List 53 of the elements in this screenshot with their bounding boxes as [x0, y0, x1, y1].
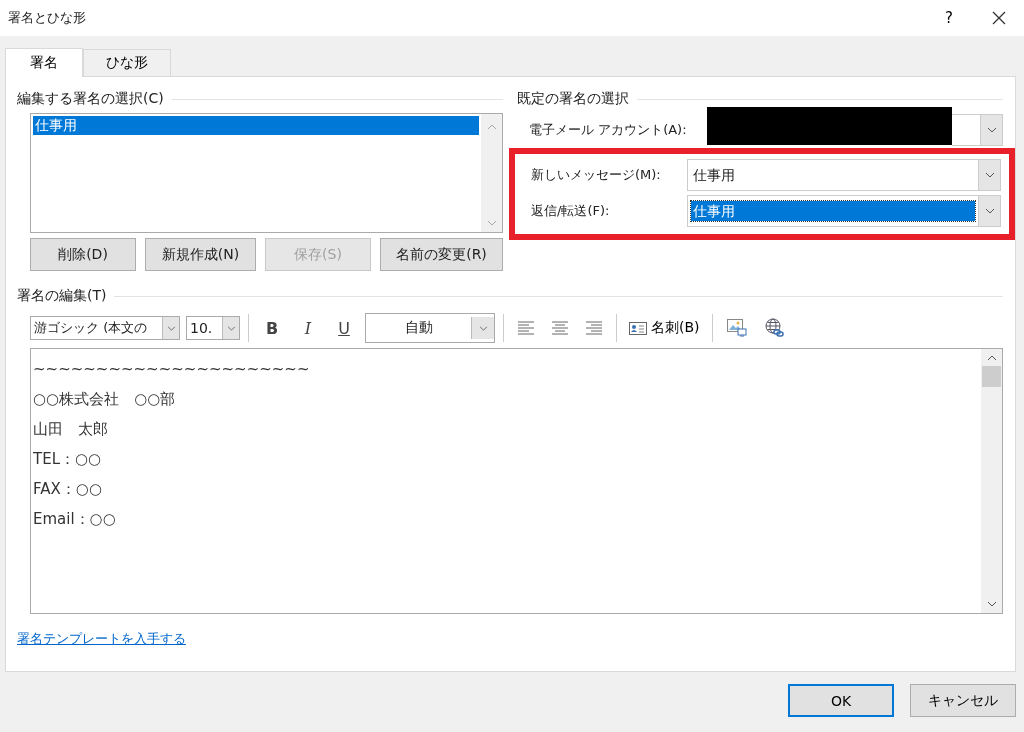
- font-dropdown[interactable]: 游ゴシック (本文の: [30, 316, 180, 340]
- chevron-down-icon: [478, 325, 488, 331]
- dropdown-value: 仕事用: [691, 201, 975, 221]
- signature-list[interactable]: 仕事用: [30, 113, 503, 233]
- tab[interactable]: ひな形: [83, 49, 171, 76]
- chevron-down-icon: [986, 127, 997, 133]
- signature-dropdown[interactable]: 仕事用: [687, 159, 1001, 191]
- underline-button[interactable]: U: [329, 318, 359, 338]
- close-icon: [992, 11, 1006, 25]
- account-dropdown[interactable]: [951, 114, 1003, 146]
- signature-button[interactable]: 名前の変更(R): [380, 238, 503, 271]
- list-item[interactable]: 仕事用: [33, 116, 479, 135]
- tab[interactable]: 署名: [5, 48, 83, 77]
- help-button[interactable]: ?: [924, 0, 974, 36]
- chevron-down-icon: [984, 208, 995, 214]
- signature-editor[interactable]: ~~~~~~~~~~~~~~~~~~~~~~ ○○株式会社 ○○部 山田 太郎 TEL：○○ FAX：○○ Email：○○: [30, 348, 1003, 614]
- italic-button[interactable]: I: [293, 318, 323, 338]
- dialog-button[interactable]: キャンセル: [910, 684, 1016, 717]
- signature-button[interactable]: 新規作成(N): [145, 238, 256, 271]
- field-label: 電子メール アカウント(A):: [529, 121, 687, 139]
- align-left-icon: [518, 321, 534, 335]
- contact-card-icon: [629, 321, 647, 335]
- align-center-icon: [552, 321, 568, 335]
- section-heading: 編集する署名の選択(C): [17, 90, 164, 108]
- field-label: 返信/転送(F):: [531, 202, 611, 220]
- business-card-button[interactable]: 名刺(B): [625, 319, 704, 337]
- signature-text-line: ○○株式会社 ○○部: [33, 389, 177, 410]
- signature-text-line: FAX：○○: [33, 479, 103, 500]
- chevron-down-icon: [226, 325, 236, 331]
- field-label: 新しいメッセージ(M):: [531, 166, 662, 184]
- signature-text-line: ~~~~~~~~~~~~~~~~~~~~~~: [33, 359, 311, 380]
- dropdown-value: 仕事用: [692, 166, 736, 185]
- dialog-button[interactable]: OK: [788, 684, 894, 717]
- section-heading: 署名の編集(T): [17, 287, 107, 305]
- picture-icon: [726, 319, 747, 337]
- section-heading: 既定の署名の選択: [517, 90, 629, 108]
- window-title: 署名とひな形: [8, 9, 87, 27]
- chevron-down-icon: [984, 172, 995, 178]
- font-size-dropdown[interactable]: 10.: [186, 316, 240, 340]
- signature-text-line: 山田 太郎: [33, 419, 109, 440]
- bold-button[interactable]: B: [257, 318, 287, 338]
- signature-button[interactable]: 削除(D): [30, 238, 136, 271]
- scrollbar[interactable]: [981, 349, 1002, 613]
- scrollbar-thumb[interactable]: [982, 366, 1001, 387]
- align-right-icon: [586, 321, 602, 335]
- scrollbar[interactable]: [481, 114, 502, 232]
- signature-dropdown[interactable]: 仕事用: [687, 195, 1001, 227]
- font-color-dropdown[interactable]: 自動: [365, 313, 495, 343]
- globe-link-icon: [764, 318, 785, 338]
- template-link[interactable]: 署名テンプレートを入手する: [17, 630, 186, 648]
- signature-text-line: Email：○○: [33, 509, 117, 530]
- chevron-down-icon: [166, 325, 176, 331]
- signature-text-line: TEL：○○: [33, 449, 103, 470]
